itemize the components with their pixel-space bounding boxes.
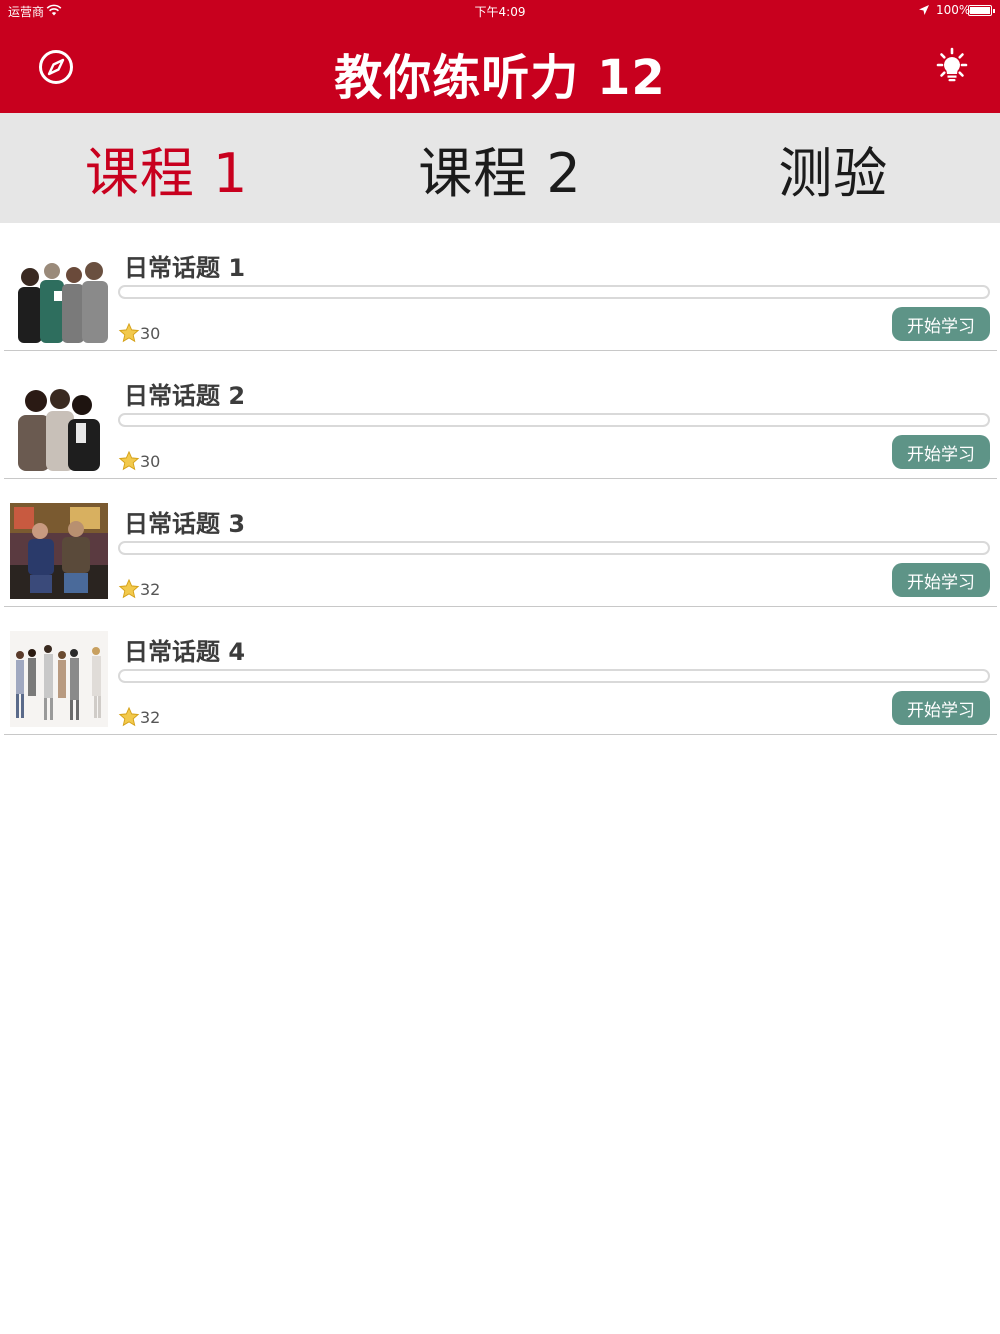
- start-study-button[interactable]: 开始学习: [892, 691, 990, 725]
- lesson-title: 日常话题 2: [124, 382, 246, 410]
- star-icon: [118, 322, 140, 343]
- status-time: 下午4:09: [474, 5, 526, 19]
- lesson-list: 日常话题 1 30 开始学习 日常话题 2 30 开始学习 日常话题 3 32 …: [0, 223, 1000, 735]
- tab-quiz[interactable]: 测验: [667, 113, 1000, 223]
- start-study-button[interactable]: 开始学习: [892, 307, 990, 341]
- location-arrow-icon: [919, 5, 929, 15]
- tab-course-1[interactable]: 课程 1: [0, 113, 333, 223]
- status-bar: 运营商 下午4:09 100%: [0, 0, 1000, 22]
- battery-percent: 100%: [936, 3, 971, 17]
- lesson-item[interactable]: 日常话题 2 30 开始学习: [4, 351, 997, 479]
- progress-bar: [118, 413, 990, 427]
- lesson-item[interactable]: 日常话题 3 32 开始学习: [4, 479, 997, 607]
- battery-icon: [968, 5, 995, 16]
- star-count: 30: [140, 452, 161, 471]
- progress-bar: [118, 541, 990, 555]
- lesson-thumbnail: [10, 631, 108, 727]
- lightbulb-icon[interactable]: [932, 47, 972, 87]
- lesson-title: 日常话题 4: [124, 638, 246, 666]
- star-count: 32: [140, 580, 161, 599]
- lesson-thumbnail: [10, 375, 108, 471]
- progress-bar: [118, 669, 990, 683]
- nav-bar: 教你练听力 12: [0, 22, 1000, 113]
- start-study-button[interactable]: 开始学习: [892, 435, 990, 469]
- page-title: 教你练听力 12: [334, 50, 666, 106]
- star-icon: [118, 706, 140, 727]
- star-count: 30: [140, 324, 161, 343]
- lesson-item[interactable]: 日常话题 1 30 开始学习: [4, 223, 997, 351]
- lesson-item[interactable]: 日常话题 4 32 开始学习: [4, 607, 997, 735]
- star-count: 32: [140, 708, 161, 727]
- lesson-title: 日常话题 3: [124, 510, 246, 538]
- start-study-button[interactable]: 开始学习: [892, 563, 990, 597]
- star-icon: [118, 450, 140, 471]
- lesson-title: 日常话题 1: [124, 254, 246, 282]
- tab-course-2[interactable]: 课程 2: [333, 113, 666, 223]
- lesson-thumbnail: [10, 503, 108, 599]
- progress-bar: [118, 285, 990, 299]
- course-tabs: 课程 1 课程 2 测验: [0, 113, 1000, 223]
- star-icon: [118, 578, 140, 599]
- lesson-thumbnail: [10, 247, 108, 343]
